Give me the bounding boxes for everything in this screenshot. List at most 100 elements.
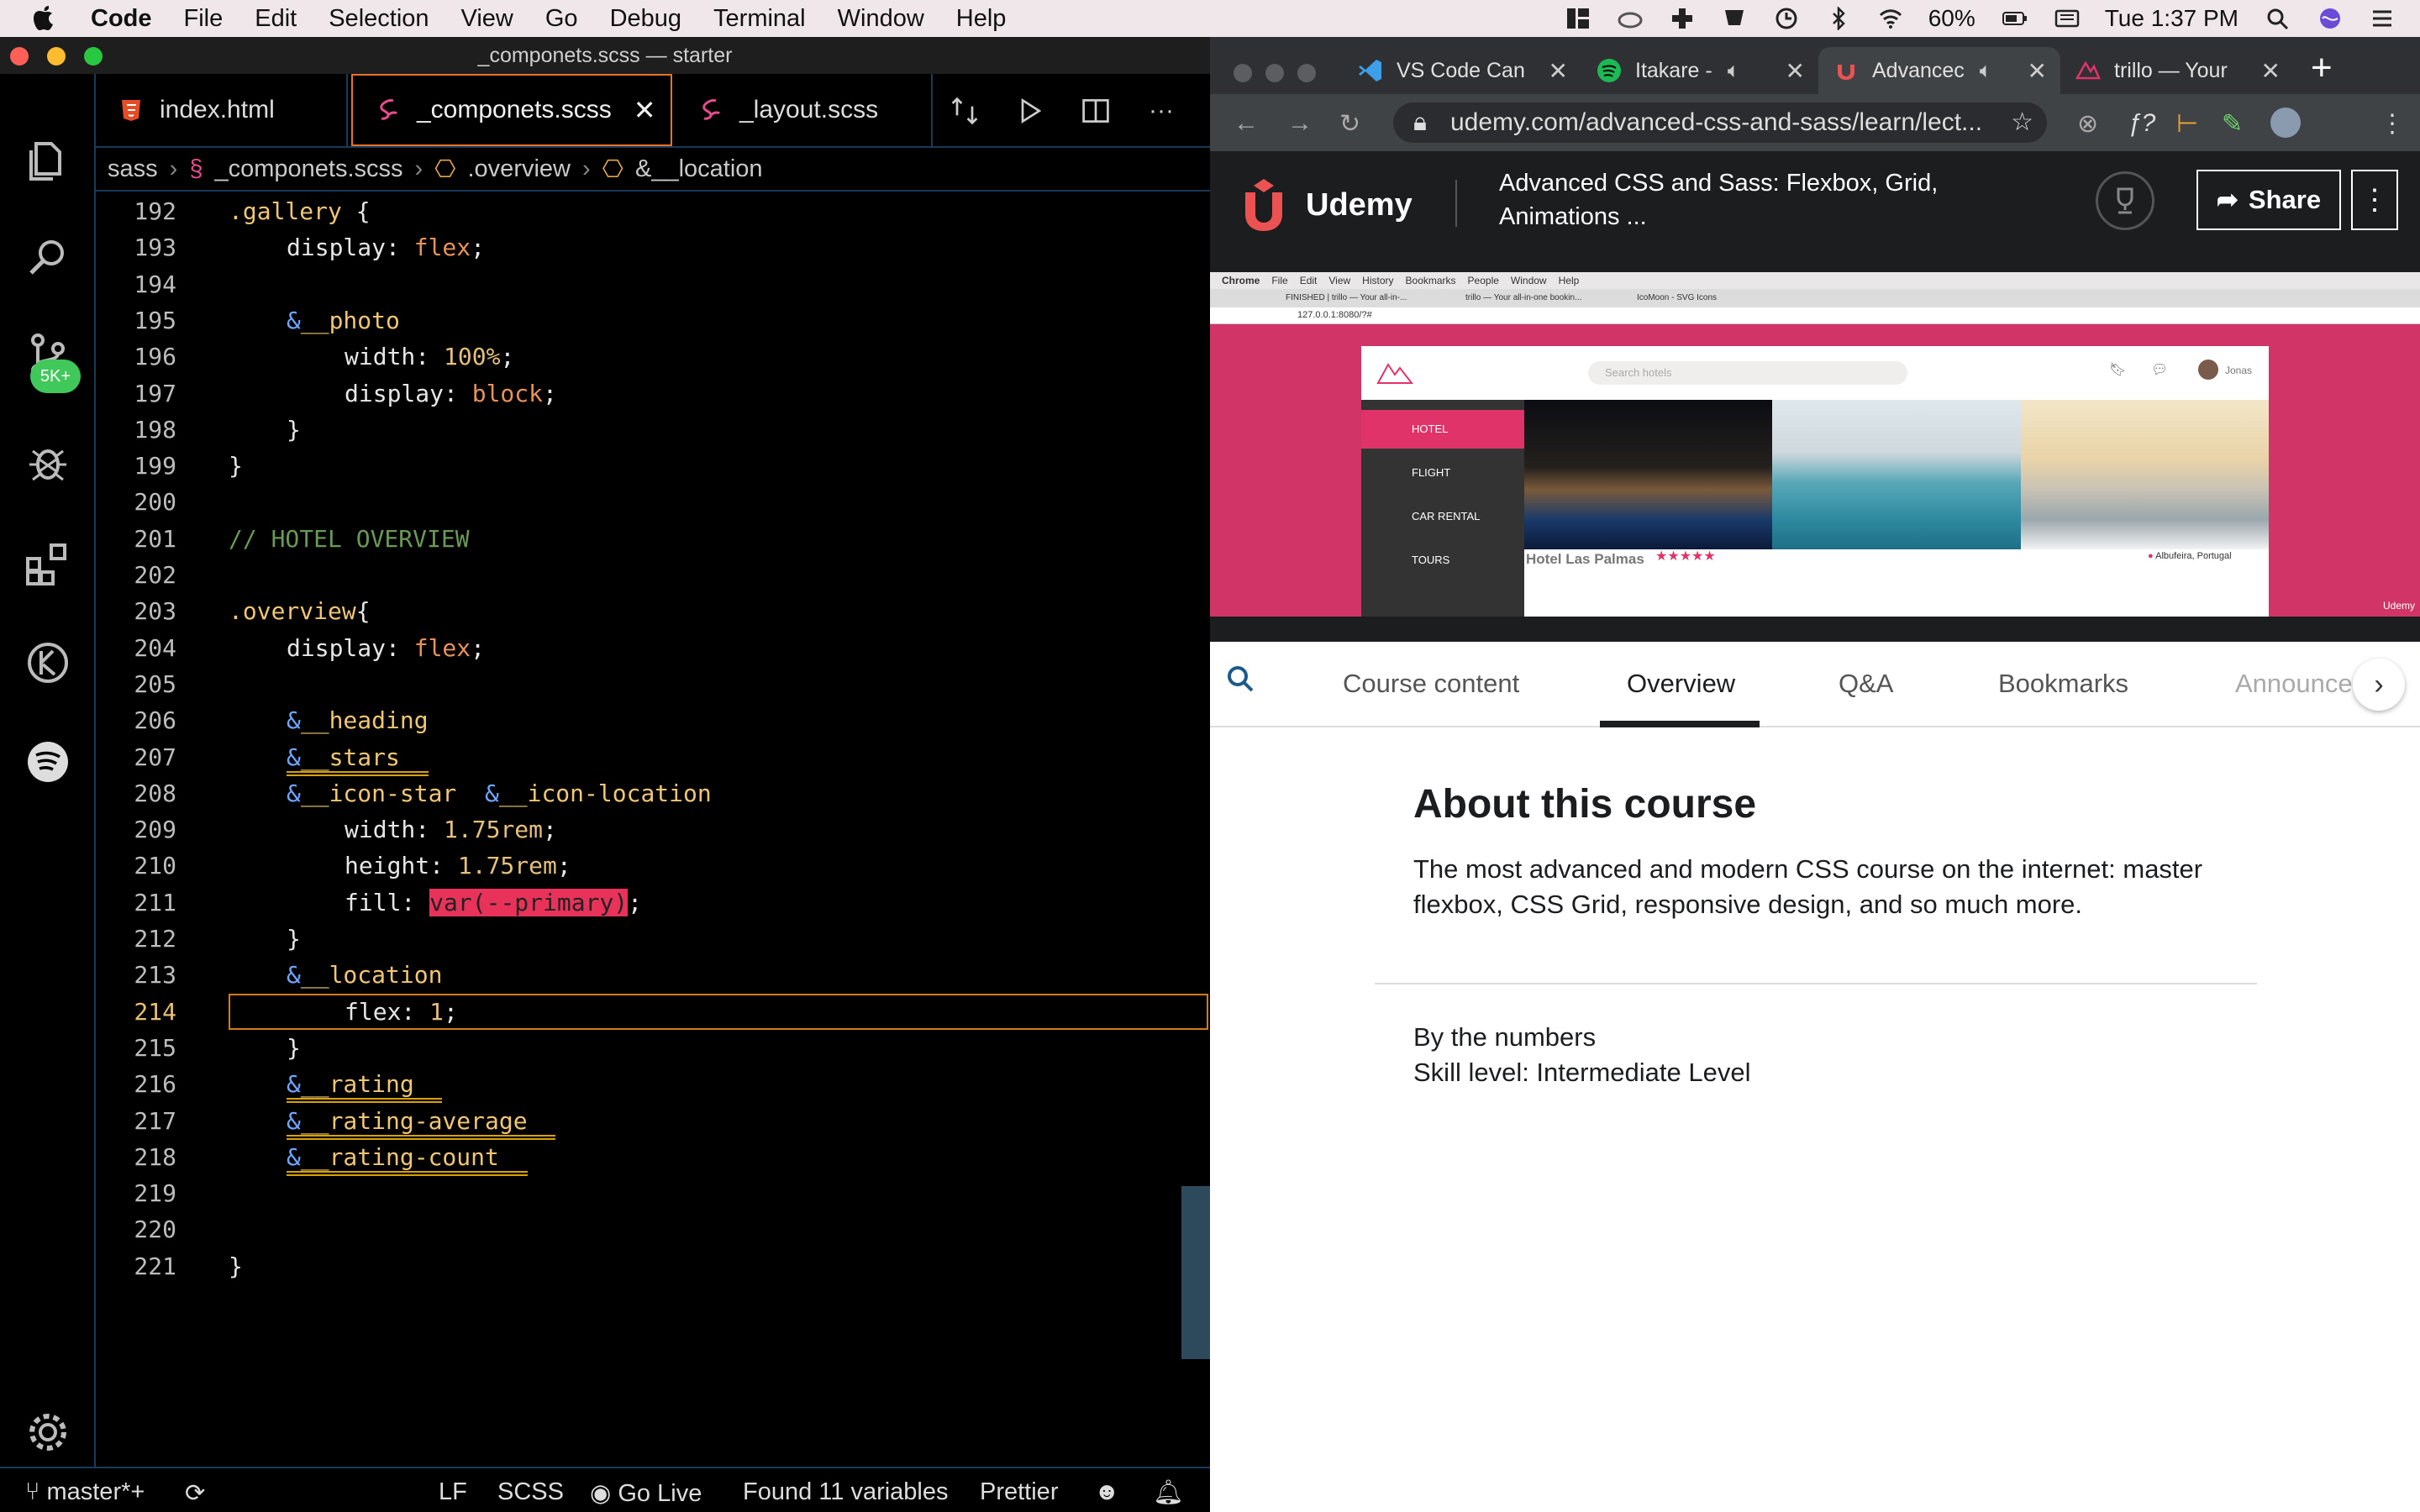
code-line[interactable]: 197 display: block; (96, 375, 1210, 412)
code-line[interactable]: 199} (96, 448, 1210, 484)
code-line[interactable]: 213 &__location{ (96, 957, 1210, 993)
explorer-icon[interactable] (24, 136, 72, 185)
code-line[interactable]: 214 flex: 1; (96, 993, 1210, 1030)
tab-course-content[interactable]: Course content (1343, 669, 1519, 699)
breadcrumb-symbol-overview[interactable]: .overview (468, 155, 571, 183)
code-line[interactable]: 209 width: 1.75rem; (96, 811, 1210, 848)
menu-go[interactable]: Go (545, 5, 578, 33)
debug-icon[interactable] (24, 438, 72, 487)
share-button[interactable]: ➦ Share (2196, 170, 2341, 230)
video-player[interactable]: Chrome File Edit View History Bookmarks People… (1210, 257, 2420, 642)
breadcrumb-symbol-location[interactable]: &__location (635, 155, 763, 183)
notifications-bell-icon[interactable]: 🔔︎ (1153, 1478, 1184, 1507)
code-line[interactable]: 217 &__rating-average{} (96, 1103, 1210, 1140)
toolbar-extension-icon[interactable]: ⊢ (2176, 109, 2198, 139)
menu-debug[interactable]: Debug (610, 5, 681, 33)
code-line[interactable]: 198} (96, 412, 1210, 448)
code-line[interactable]: 192 .gallery { (96, 193, 1210, 229)
plus-app-icon[interactable] (1668, 6, 1697, 31)
menu-app-name[interactable]: Code (91, 5, 152, 33)
menu-file[interactable]: File (184, 5, 224, 33)
settings-gear-icon[interactable] (24, 1408, 72, 1457)
apple-icon[interactable] (32, 4, 57, 33)
code-line[interactable]: 210 height: 1.75rem; (96, 848, 1210, 884)
code-line[interactable]: 212} (96, 921, 1210, 957)
menu-selection[interactable]: Selection (329, 5, 429, 33)
address-bar[interactable]: 🔒︎ udemy.com/advanced-css-and-sass/learn… (1393, 102, 2047, 143)
code-line[interactable]: 193 display: flex; (96, 229, 1210, 265)
code-line[interactable]: 195 &__photo { (96, 302, 1210, 339)
split-editor-icon[interactable] (1079, 94, 1113, 128)
speaker-icon[interactable]: 🔈︎ (1980, 59, 1992, 83)
menu-edit[interactable]: Edit (255, 5, 297, 33)
browser-tab[interactable]: VS Code Can ✕ (1343, 47, 1581, 94)
new-tab-button[interactable]: + (2311, 47, 2333, 89)
wifi-icon[interactable] (1876, 6, 1905, 31)
variables-status[interactable]: Found 11 variables (743, 1478, 949, 1506)
code-line[interactable]: 206 &__heading{} (96, 702, 1210, 738)
profile-avatar[interactable] (2270, 108, 2301, 138)
back-arrow-icon[interactable]: ← (1234, 109, 1259, 138)
code-line[interactable]: 208 &__icon-star, &__icon-location{ (96, 775, 1210, 811)
close-window-button[interactable] (1234, 64, 1252, 82)
code-line[interactable]: 211 fill: var(--primary); (96, 885, 1210, 921)
creative-cloud-icon[interactable] (1616, 6, 1644, 31)
chevron-right-icon[interactable]: › (2353, 659, 2405, 711)
browser-tab-active[interactable]: Advancec 🔈︎ ✕ (1818, 47, 2060, 94)
code-line[interactable]: 220 (96, 1211, 1210, 1247)
language-mode[interactable]: SCSS (497, 1478, 564, 1506)
breadcrumb-folder[interactable]: sass (108, 155, 158, 183)
code-line[interactable]: 203 .overview{ (96, 593, 1210, 629)
time-machine-icon[interactable] (1772, 6, 1801, 31)
speaker-icon[interactable]: 🔈︎ (1728, 59, 1740, 83)
search-icon[interactable] (1225, 664, 1255, 701)
git-branch[interactable]: ⑂ master*+ (25, 1478, 145, 1506)
code-editor[interactable]: 192 .gallery {193 display: flex; 194 195 &__p… (96, 193, 1210, 1504)
maximize-window-button[interactable] (84, 47, 103, 66)
menu-window[interactable]: Window (838, 5, 924, 33)
close-tab-icon[interactable]: ✕ (1786, 57, 1805, 85)
minimize-window-button[interactable] (47, 47, 66, 66)
menu-view[interactable]: View (461, 5, 513, 33)
run-icon[interactable] (1013, 94, 1047, 128)
close-tab-icon[interactable]: ✕ (634, 94, 656, 126)
notification-icon[interactable] (1720, 6, 1749, 31)
code-line[interactable]: 205 (96, 666, 1210, 702)
editor-scrollbar[interactable] (1181, 1186, 1210, 1359)
browser-tab[interactable]: Itakare - 🔈︎ ✕ (1581, 47, 1818, 94)
browser-tab[interactable]: trillo — Your ✕ (2060, 47, 2294, 94)
go-live-button[interactable]: ◉ Go Live (590, 1478, 702, 1508)
more-options-button[interactable]: ⋮ (2351, 170, 2398, 230)
tab-layout-scss[interactable]: _layout.scss (676, 74, 933, 146)
more-actions-icon[interactable]: ··· (1144, 94, 1178, 128)
bookmark-star-icon[interactable]: ☆ (2011, 102, 2033, 143)
reload-icon[interactable]: ↻ (1339, 109, 1360, 139)
code-line[interactable]: 202 (96, 557, 1210, 593)
code-line[interactable]: 219 (96, 1175, 1210, 1211)
code-line[interactable]: 201 // HOTEL OVERVIEW (96, 521, 1210, 557)
tab-bookmarks[interactable]: Bookmarks (1998, 669, 2128, 699)
font-extension-icon[interactable]: ƒ? (2128, 109, 2155, 138)
spotify-extension-icon[interactable] (24, 738, 72, 786)
eol-indicator[interactable]: LF (439, 1478, 467, 1506)
grid-layout-icon[interactable] (1564, 6, 1592, 31)
code-line[interactable]: 207 &__stars{} (96, 739, 1210, 776)
code-line[interactable]: 194 (96, 266, 1210, 302)
menu-help[interactable]: Help (956, 5, 1007, 33)
bluetooth-icon[interactable] (1824, 6, 1853, 31)
breadcrumb-file[interactable]: _componets.scss (214, 155, 402, 183)
code-line[interactable]: 204 display: flex; (96, 630, 1210, 666)
control-center-icon[interactable] (2368, 6, 2396, 31)
spotlight-search-icon[interactable] (2264, 6, 2292, 31)
code-line[interactable]: 221} (96, 1248, 1210, 1284)
siri-icon[interactable] (2316, 6, 2344, 31)
battery-icon[interactable] (2001, 6, 2029, 31)
maximize-window-button[interactable] (1297, 64, 1316, 82)
code-line[interactable]: 196 width: 100%; (96, 339, 1210, 375)
tab-qa[interactable]: Q&A (1839, 669, 1893, 699)
tab-overview[interactable]: Overview (1627, 669, 1735, 699)
close-tab-icon[interactable]: ✕ (2261, 57, 2281, 85)
code-line[interactable]: 216 &__rating{} (96, 1066, 1210, 1104)
go-live-extension-icon[interactable] (24, 638, 72, 687)
tab-componets-scss[interactable]: _componets.scss ✕ (351, 74, 672, 146)
